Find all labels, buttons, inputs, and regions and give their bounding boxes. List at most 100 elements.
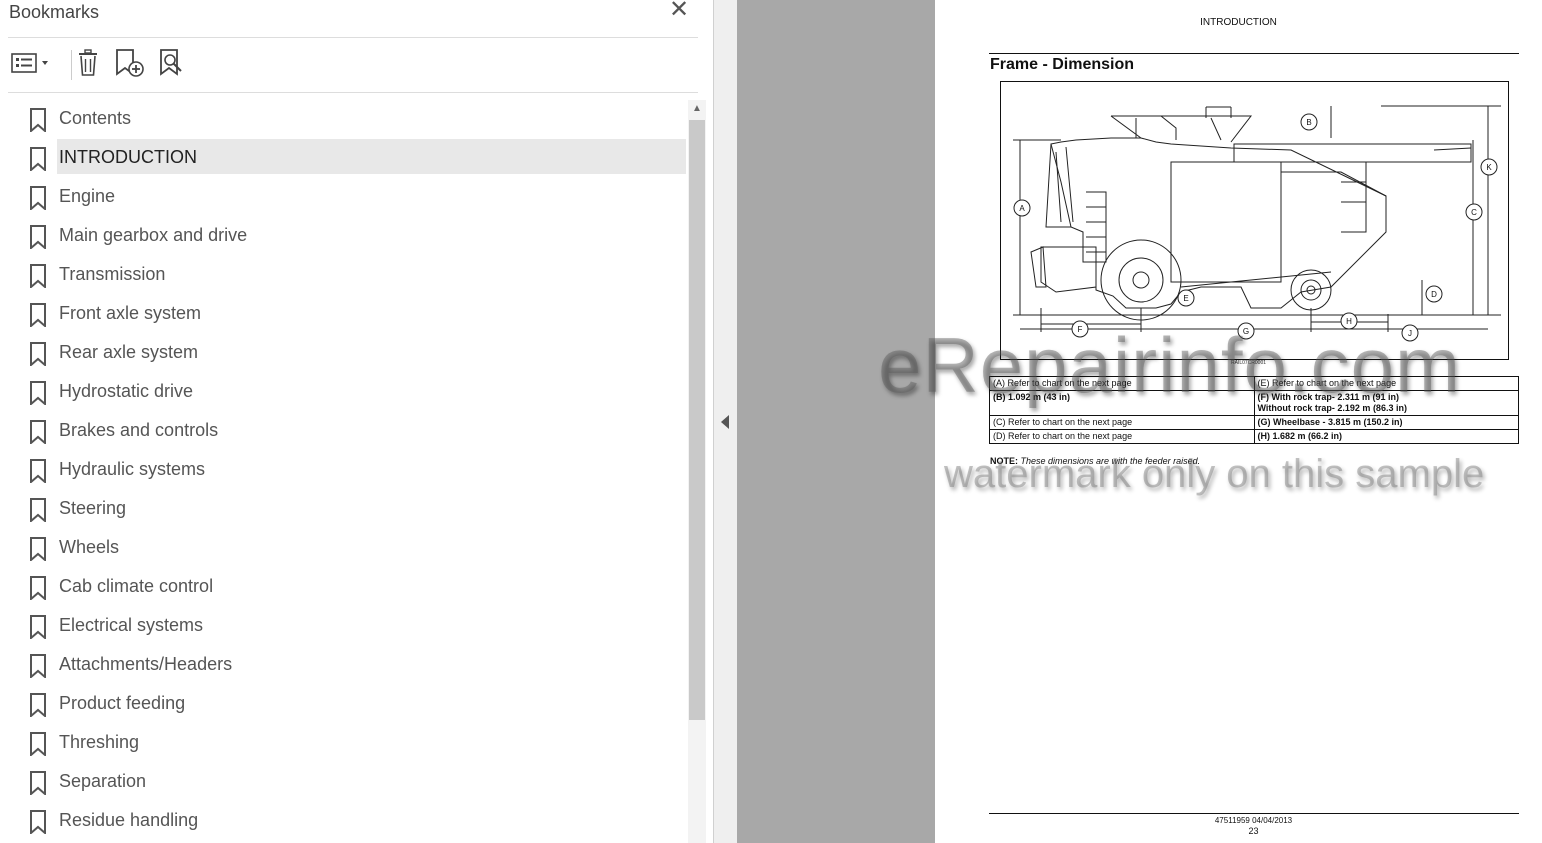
dim-label-a: A [1019,204,1025,213]
page-number: 23 [1248,826,1259,836]
bookmark-icon [30,732,46,756]
bookmark-label: Engine [59,186,116,206]
bookmark-item[interactable]: Product feeding [0,685,686,720]
bookmark-icon [30,303,46,327]
document-background [737,0,935,843]
scroll-up-icon[interactable]: ▲ [688,100,706,118]
bookmark-label: Hydrostatic drive [59,381,194,401]
bookmark-label: Product feeding [59,693,186,713]
combine-dimension-figure: A B C D E F G H J K [1000,81,1509,360]
bookmark-icon [30,264,46,288]
bookmark-item[interactable]: Electrical systems [0,607,686,642]
table-cell: (C) Refer to chart on the next page [989,415,1255,430]
bookmark-item[interactable]: Main gearbox and drive [0,217,686,252]
bookmark-icon [30,537,46,561]
dim-label-c: C [1471,208,1477,217]
delete-bookmark-button[interactable] [74,46,102,80]
table-row: (D) Refer to chart on the next page (H) 1… [989,429,1519,444]
bookmark-label: Transmission [59,264,166,284]
bookmark-label: Separation [59,771,147,791]
bookmark-item[interactable]: Hydrostatic drive [0,373,686,408]
bookmark-icon [30,225,46,249]
find-bookmark-button[interactable] [156,46,188,80]
divider [8,37,698,38]
bookmarks-panel: Bookmarks ✕ Contents INTRODUCTION Engine… [0,0,713,843]
combine-drawing: A B C D E F G H J K [1013,105,1501,342]
bookmark-label: Wheels [59,537,120,557]
bookmark-item[interactable]: Threshing [0,724,686,759]
bookmark-icon [30,147,46,171]
bookmark-item[interactable]: Attachments/Headers [0,646,686,681]
bookmark-item[interactable]: Transmission [0,256,686,291]
bookmark-label: Electrical systems [59,615,204,635]
bookmark-icon [30,654,46,678]
bookmark-item[interactable]: Steering [0,490,686,525]
bookmarks-scrollbar[interactable]: ▲ [688,100,706,843]
bookmark-icon [30,108,46,132]
bookmark-label: Main gearbox and drive [59,225,248,245]
bookmark-label: Rear axle system [59,342,199,362]
bookmark-label: Front axle system [59,303,202,323]
dim-label-k: K [1486,163,1492,172]
trash-icon [79,49,97,76]
bookmark-label: Attachments/Headers [59,654,233,674]
bookmark-icon [30,186,46,210]
table-row: (C) Refer to chart on the next page (G) W… [989,415,1519,430]
watermark-site: eRepairinfo.com [878,321,1461,409]
bookmark-item[interactable]: Residue handling [0,802,686,837]
collapse-panel-icon[interactable] [721,415,729,429]
panel-splitter[interactable] [713,0,738,843]
bookmark-item[interactable]: Rear axle system [0,334,686,369]
toolbar-separator [71,50,72,80]
table-cell: (D) Refer to chart on the next page [989,429,1255,444]
bookmark-item[interactable]: Brakes and controls [0,412,686,447]
dim-label-e: E [1183,294,1188,303]
watermark-sample: watermark only on this sample [944,452,1485,496]
bookmark-item[interactable]: Contents [0,100,686,135]
bookmark-icon [30,342,46,366]
scrollbar-thumb[interactable] [689,120,705,720]
header-rule [989,53,1519,54]
document-page: INTRODUCTION Frame - Dimension A B C D E… [935,0,1542,843]
table-cell: (H) 1.682 m (66.2 in) [1253,429,1519,444]
bookmark-label: Steering [59,498,127,518]
bookmark-label: Contents [59,108,132,128]
table-cell: (G) Wheelbase - 3.815 m (150.2 in) [1253,415,1519,430]
dim-label-b: B [1306,118,1311,127]
bookmark-icon [30,771,46,795]
bookmark-item[interactable]: INTRODUCTION [0,139,686,174]
bookmark-label: Threshing [59,732,140,752]
bookmark-label: INTRODUCTION [59,147,197,167]
bookmark-label: Brakes and controls [59,420,219,440]
page-header: INTRODUCTION [1200,17,1277,28]
panel-title: Bookmarks [9,2,100,22]
bookmark-label: Hydraulic systems [59,459,206,479]
bookmark-item[interactable]: Cab climate control [0,568,686,603]
bookmark-icon [30,459,46,483]
bookmark-icon [30,615,46,639]
bookmark-item[interactable]: Wheels [0,529,686,564]
bookmark-label: Cab climate control [59,576,214,596]
new-bookmark-button[interactable] [112,46,146,80]
footer-code: 47511959 04/04/2013 [1214,816,1293,825]
footer-rule [989,813,1519,814]
bookmark-icon [30,576,46,600]
list-options-icon [11,53,48,73]
section-title: Frame - Dimension [990,56,1135,73]
bookmark-item[interactable]: Engine [0,178,686,213]
bookmark-icon [30,693,46,717]
bookmark-item[interactable]: Hydraulic systems [0,451,686,486]
bookmark-icon [30,810,46,834]
close-icon[interactable]: ✕ [668,0,690,22]
add-bookmark-icon [116,49,144,77]
search-bookmark-icon [160,49,182,76]
bookmark-label: Residue handling [59,810,199,830]
divider [8,92,698,93]
bookmark-item[interactable]: Separation [0,763,686,798]
bookmark-icon [30,381,46,405]
bookmark-item[interactable]: Front axle system [0,295,686,330]
list-options-button[interactable] [8,46,52,80]
bookmark-icon [30,498,46,522]
bookmark-icon [30,420,46,444]
dim-label-d: D [1431,290,1437,299]
